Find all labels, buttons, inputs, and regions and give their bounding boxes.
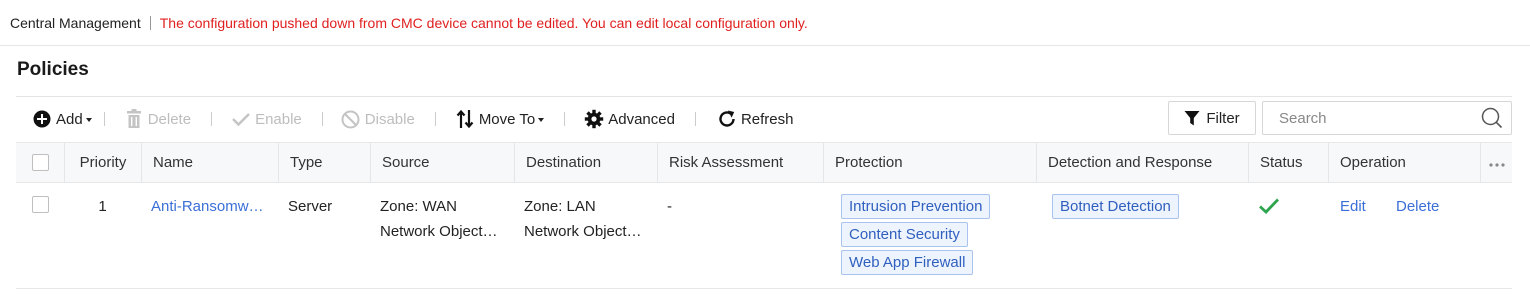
central-management-title: Central Management	[10, 14, 141, 31]
chevron-down-icon	[538, 118, 545, 122]
disable-label: Disable	[364, 110, 415, 128]
enable-button[interactable]: Enable	[231, 104, 302, 134]
column-type[interactable]: Type	[278, 143, 370, 182]
move-to-button[interactable]: Move To	[455, 104, 545, 134]
toolbar-divider	[321, 112, 323, 126]
disable-button[interactable]: Disable	[341, 104, 415, 134]
advanced-button[interactable]: Advanced	[584, 104, 675, 134]
source-zone: Zone: WAN	[380, 198, 457, 215]
move-icon	[455, 109, 475, 129]
destination-zone: Zone: LAN	[524, 198, 596, 215]
column-risk-assessment[interactable]: Risk Assessment	[657, 143, 823, 182]
column-status[interactable]: Status	[1248, 143, 1328, 182]
table-header: Priority Name Type Source Destination Ri…	[16, 142, 1512, 183]
detection-tag[interactable]: Botnet Detection	[1052, 194, 1179, 219]
column-settings[interactable]	[1480, 143, 1512, 182]
more-icon[interactable]	[1488, 154, 1505, 171]
source-cell: Zone: WAN Network Object…	[380, 194, 498, 244]
refresh-icon	[717, 109, 737, 129]
detection-cell: Botnet Detection	[1052, 194, 1179, 222]
filter-button[interactable]: Filter	[1168, 101, 1256, 135]
plus-circle-icon	[32, 109, 52, 129]
column-priority[interactable]: Priority	[64, 143, 141, 182]
toolbar-divider	[211, 112, 213, 126]
filter-icon	[1184, 110, 1200, 126]
search-box[interactable]	[1262, 101, 1512, 135]
column-source[interactable]: Source	[370, 143, 514, 182]
top-bar: Central Management The configuration pus…	[0, 0, 1530, 46]
gear-icon	[584, 109, 604, 129]
chevron-down-icon	[85, 118, 92, 122]
destination-cell: Zone: LAN Network Object…	[524, 194, 642, 244]
toolbar-divider	[694, 112, 696, 126]
risk-assessment-cell: -	[667, 198, 672, 215]
column-operation[interactable]: Operation	[1328, 143, 1480, 182]
edit-link[interactable]: Edit	[1340, 194, 1366, 219]
destination-network-object: Network Object…	[524, 223, 642, 240]
status-check-icon	[1258, 198, 1280, 219]
column-detection-response[interactable]: Detection and Response	[1036, 143, 1248, 182]
advanced-label: Advanced	[608, 110, 675, 128]
protection-tag[interactable]: Content Security	[841, 222, 968, 247]
refresh-button[interactable]: Refresh	[717, 104, 794, 134]
toolbar-divider	[103, 112, 105, 126]
add-button[interactable]: Add	[32, 104, 92, 134]
protection-cell: Intrusion Prevention Content Security We…	[841, 194, 991, 278]
protection-tag[interactable]: Intrusion Prevention	[841, 194, 991, 219]
refresh-label: Refresh	[740, 110, 794, 128]
priority-cell: 1	[98, 198, 107, 215]
divider	[149, 15, 151, 30]
table-row[interactable]: 1 Anti-Ransomw… Server Zone: WAN Network…	[16, 183, 1512, 289]
toolbar-divider	[564, 112, 566, 126]
status-cell	[1258, 197, 1280, 223]
trash-icon	[124, 109, 144, 129]
warning-message: The configuration pushed down from CMC d…	[159, 14, 808, 31]
filter-label: Filter	[1206, 109, 1240, 127]
ban-icon	[341, 109, 361, 129]
column-destination[interactable]: Destination	[514, 143, 657, 182]
delete-button[interactable]: Delete	[124, 104, 191, 134]
type-cell: Server	[288, 198, 333, 215]
select-all-cell	[16, 143, 64, 182]
search-input[interactable]	[1263, 103, 1473, 133]
add-label: Add	[56, 110, 83, 128]
column-name[interactable]: Name	[141, 143, 278, 182]
row-checkbox[interactable]	[32, 196, 49, 213]
source-network-object: Network Object…	[380, 223, 498, 240]
select-all-checkbox[interactable]	[31, 154, 49, 171]
search-icon[interactable]	[1481, 107, 1503, 132]
toolbar-divider	[434, 112, 436, 126]
page-title: Policies	[17, 59, 89, 80]
enable-label: Enable	[255, 110, 302, 128]
protection-tag[interactable]: Web App Firewall	[841, 250, 974, 275]
row-checkbox-cell	[32, 196, 49, 213]
check-icon	[231, 109, 251, 129]
move-to-label: Move To	[478, 110, 536, 128]
delete-link[interactable]: Delete	[1396, 194, 1439, 219]
delete-label: Delete	[147, 110, 192, 128]
policy-name-link[interactable]: Anti-Ransomw…	[151, 194, 264, 219]
column-protection[interactable]: Protection	[823, 143, 1036, 182]
